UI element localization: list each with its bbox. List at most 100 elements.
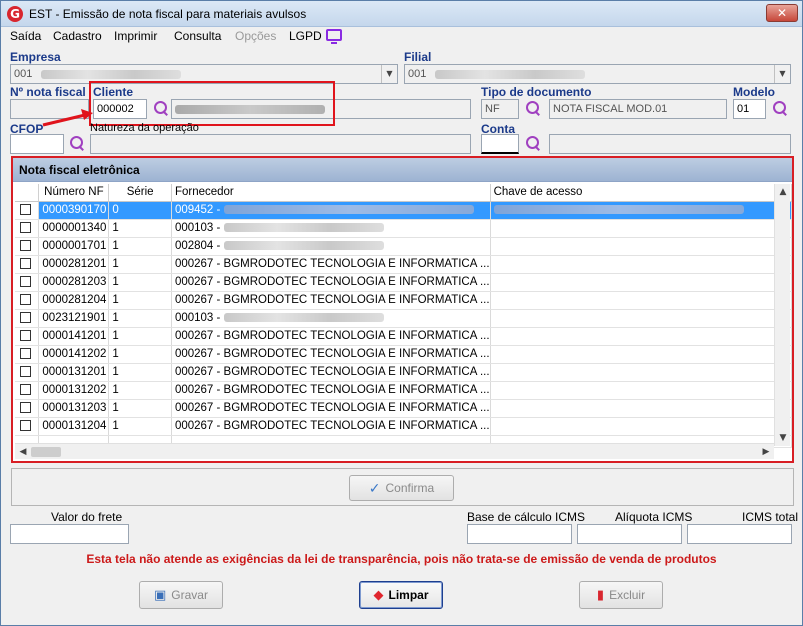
cell-serie: 1: [108, 363, 172, 382]
chevron-up-icon[interactable]: ▲: [775, 184, 791, 200]
fornecedor-text: 000267 - BGMRODOTEC TECNOLOGIA E INFORMA…: [174, 276, 490, 288]
modelo-label: Modelo: [733, 85, 775, 99]
row-checkbox-cell[interactable]: [15, 381, 40, 400]
filial-code: 001: [408, 68, 427, 80]
menu-lgpd[interactable]: LGPD: [289, 29, 322, 43]
row-checkbox[interactable]: [20, 420, 31, 432]
row-checkbox[interactable]: [20, 330, 31, 342]
limpar-label: Limpar: [388, 588, 429, 602]
cell-serie: 1: [108, 273, 172, 292]
row-checkbox-cell[interactable]: [15, 417, 40, 436]
scrollbar-thumb[interactable]: [31, 447, 61, 457]
monitor-icon[interactable]: [326, 29, 342, 44]
row-checkbox-cell[interactable]: [15, 201, 40, 220]
search-icon[interactable]: [524, 135, 542, 153]
vertical-scrollbar[interactable]: ▲ ▼: [774, 184, 790, 446]
menu-cadastro[interactable]: Cadastro: [53, 29, 102, 43]
menu-saida[interactable]: Saída: [10, 29, 41, 43]
table-row[interactable]: 0000001701 1 002804 -: [15, 237, 793, 256]
table-row[interactable]: 0000131202 1 000267 - BGMRODOTEC TECNOLOGI…: [15, 381, 793, 400]
row-checkbox[interactable]: [20, 276, 31, 288]
cell-numero: 0000281201: [38, 255, 110, 274]
row-checkbox[interactable]: [20, 402, 31, 414]
menu-bar: Saída Cadastro Imprimir Consulta Opções …: [1, 27, 802, 47]
table-row[interactable]: 0000131204 1 000267 - BGMRODOTEC TECNOLOGI…: [15, 417, 793, 436]
search-icon[interactable]: [524, 100, 542, 118]
table-header-row: Número NF Série Fornecedor Chave de aces…: [15, 184, 793, 202]
row-checkbox[interactable]: [20, 312, 31, 324]
table-row[interactable]: 0023121901 1 000103 -: [15, 309, 793, 328]
excluir-button[interactable]: ▮ Excluir: [579, 581, 663, 609]
confirma-button[interactable]: ✓ Confirma: [349, 475, 454, 501]
table-row[interactable]: 0000281204 1 000267 - BGMRODOTEC TECNOLOGI…: [15, 291, 793, 310]
chevron-down-icon[interactable]: ▼: [775, 430, 791, 446]
cell-chave: [490, 237, 793, 256]
row-checkbox-cell[interactable]: [15, 255, 40, 274]
column-header-serie[interactable]: Série: [108, 184, 172, 202]
empresa-label: Empresa: [10, 50, 61, 64]
base-icms-input[interactable]: [467, 524, 572, 544]
row-checkbox[interactable]: [20, 384, 31, 396]
menu-opcoes[interactable]: Opções: [235, 29, 276, 43]
row-checkbox-cell[interactable]: [15, 273, 40, 292]
table-row[interactable]: 0000001340 1 000103 -: [15, 219, 793, 238]
limpar-button[interactable]: ◆ Limpar: [359, 581, 443, 609]
natureza-label: Natureza da operação: [90, 122, 199, 134]
search-icon[interactable]: [771, 100, 789, 118]
row-checkbox[interactable]: [20, 204, 31, 216]
valor-frete-input[interactable]: [10, 524, 129, 544]
row-checkbox-cell[interactable]: [15, 309, 40, 328]
row-checkbox[interactable]: [20, 258, 31, 270]
row-checkbox-cell[interactable]: [15, 291, 40, 310]
gravar-button[interactable]: ▣ Gravar: [139, 581, 223, 609]
cell-numero: 0000390170: [38, 201, 110, 220]
column-header-numero[interactable]: Número NF: [38, 184, 110, 202]
cell-serie: 1: [108, 255, 172, 274]
fornecedor-text: 009452 -: [174, 204, 221, 216]
aliquota-icms-input[interactable]: [577, 524, 682, 544]
horizontal-scrollbar[interactable]: ◀ ▶: [15, 443, 774, 459]
nota-fiscal-table: Número NF Série Fornecedor Chave de aces…: [15, 184, 793, 448]
close-button[interactable]: ✕: [766, 4, 798, 22]
menu-consulta[interactable]: Consulta: [174, 29, 221, 43]
row-checkbox-cell[interactable]: [15, 237, 40, 256]
row-checkbox-cell[interactable]: [15, 345, 40, 364]
cell-numero: 0000131203: [38, 399, 110, 418]
cfop-input[interactable]: [10, 134, 64, 154]
row-checkbox-cell[interactable]: [15, 219, 40, 238]
filial-select[interactable]: 001 ▼: [404, 64, 791, 84]
row-checkbox[interactable]: [20, 348, 31, 360]
table-row[interactable]: 0000281201 1 000267 - BGMRODOTEC TECNOLOGI…: [15, 255, 793, 274]
tipo-documento-code[interactable]: NF: [481, 99, 519, 119]
chevron-down-icon[interactable]: ▼: [381, 65, 397, 83]
cell-chave: [490, 417, 793, 436]
chevron-down-icon[interactable]: ▼: [774, 65, 790, 83]
row-checkbox[interactable]: [20, 222, 31, 234]
chevron-right-icon[interactable]: ▶: [758, 444, 774, 460]
column-header-chave[interactable]: Chave de acesso: [490, 184, 793, 202]
chevron-left-icon[interactable]: ◀: [15, 444, 31, 460]
search-icon[interactable]: [68, 135, 86, 153]
modelo-input[interactable]: 01: [733, 99, 766, 119]
cell-serie: 1: [108, 345, 172, 364]
menu-imprimir[interactable]: Imprimir: [114, 29, 157, 43]
column-header-fornecedor[interactable]: Fornecedor: [171, 184, 491, 202]
table-row[interactable]: 0000390170 0 009452 -: [15, 201, 793, 220]
cell-serie: 1: [108, 327, 172, 346]
table-row[interactable]: 0000141201 1 000267 - BGMRODOTEC TECNOLOGI…: [15, 327, 793, 346]
row-checkbox[interactable]: [20, 294, 31, 306]
table-row[interactable]: 0000281203 1 000267 - BGMRODOTEC TECNOLOGI…: [15, 273, 793, 292]
chave-redacted: [493, 205, 744, 215]
table-row[interactable]: 0000131203 1 000267 - BGMRODOTEC TECNOLOGI…: [15, 399, 793, 418]
table-row[interactable]: 0000141202 1 000267 - BGMRODOTEC TECNOLOGI…: [15, 345, 793, 364]
cell-fornecedor: 000267 - BGMRODOTEC TECNOLOGIA E INFORMA…: [171, 345, 491, 364]
cell-numero: 0000131204: [38, 417, 110, 436]
table-row[interactable]: 0000131201 1 000267 - BGMRODOTEC TECNOLOGI…: [15, 363, 793, 382]
row-checkbox[interactable]: [20, 240, 31, 252]
row-checkbox-cell[interactable]: [15, 327, 40, 346]
icms-total-input[interactable]: [687, 524, 792, 544]
row-checkbox-cell[interactable]: [15, 399, 40, 418]
row-checkbox-cell[interactable]: [15, 363, 40, 382]
conta-input[interactable]: [481, 134, 519, 154]
row-checkbox[interactable]: [20, 366, 31, 378]
